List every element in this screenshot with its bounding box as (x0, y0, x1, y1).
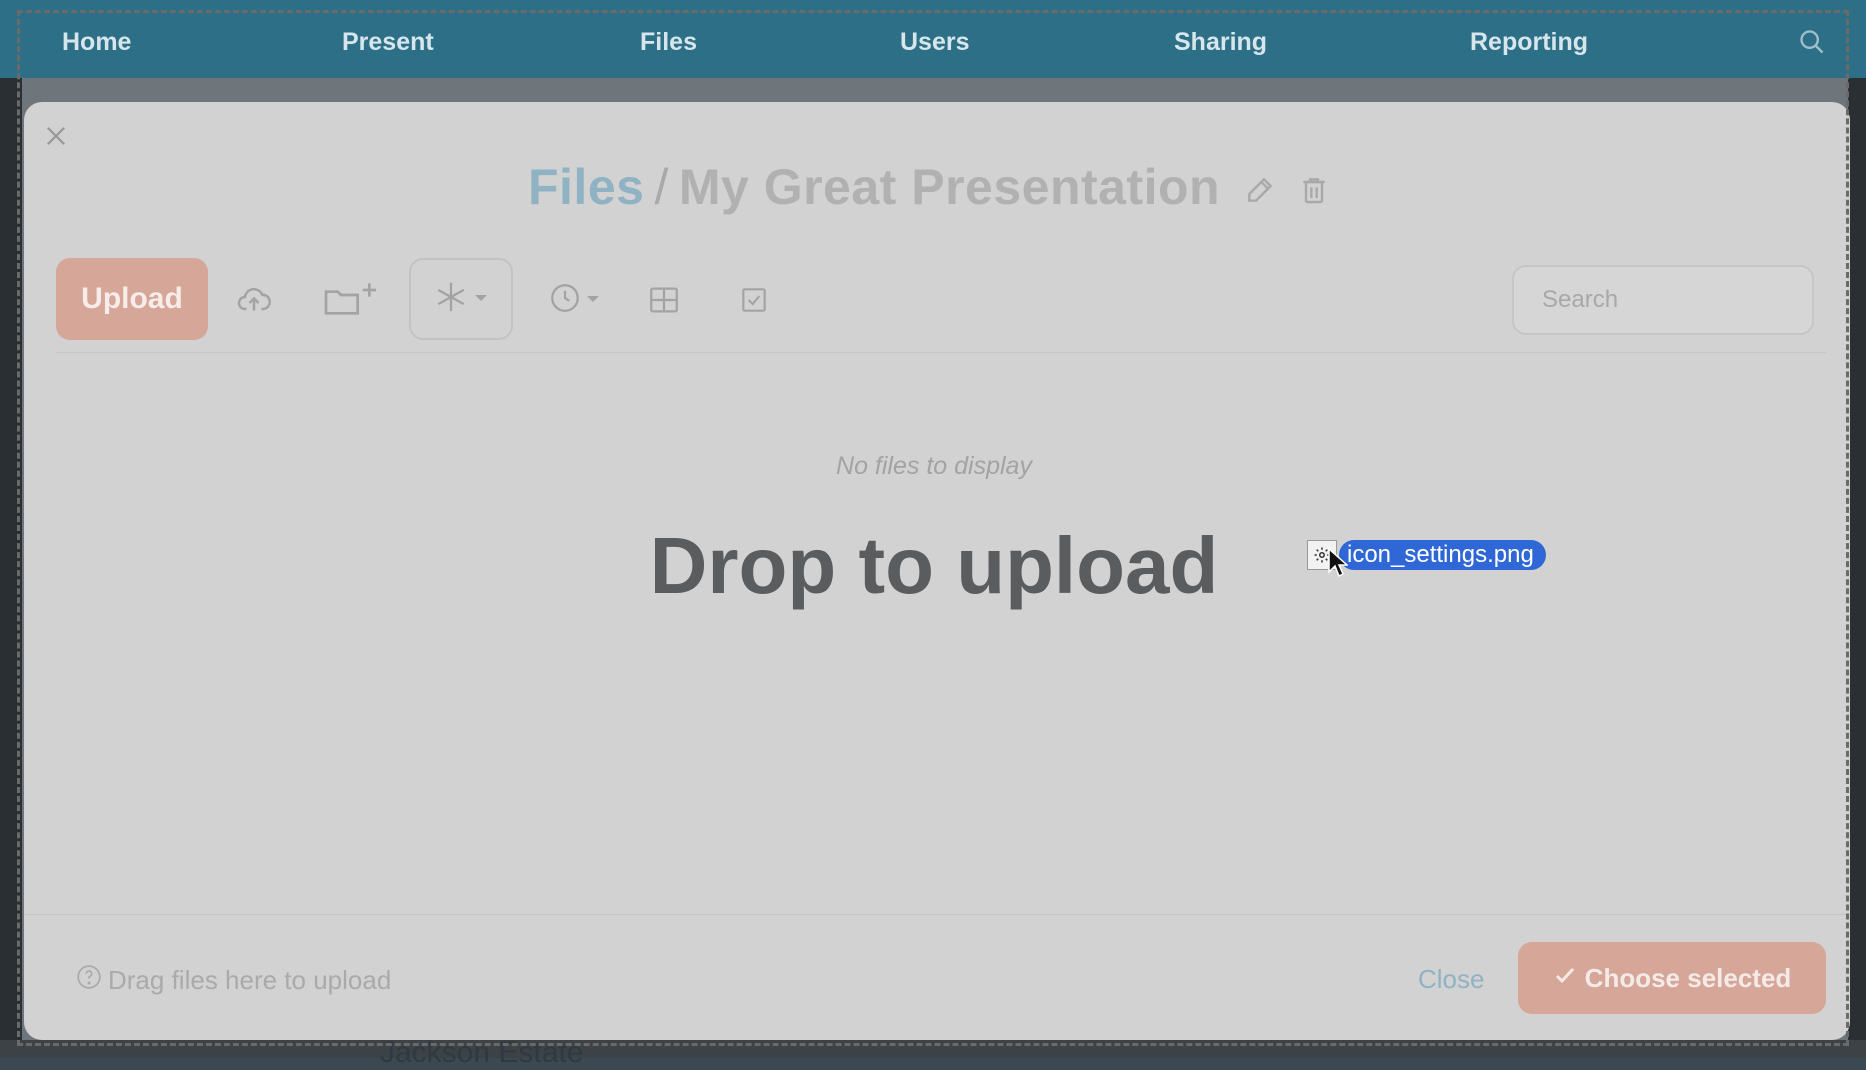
left-edge (0, 78, 22, 1058)
right-edge (1848, 78, 1866, 1058)
top-nav: Home Present Files Users Sharing Reporti… (0, 0, 1866, 78)
checkbox-icon[interactable] (736, 280, 772, 320)
help-text: Drag files here to upload (108, 965, 392, 995)
close-button[interactable]: Close (1418, 964, 1484, 995)
close-icon[interactable] (42, 122, 70, 150)
nav-files[interactable]: Files (640, 28, 697, 57)
dragged-filename: icon_settings.png (1339, 540, 1546, 570)
grid-icon[interactable] (646, 280, 682, 320)
pencil-icon[interactable] (1244, 174, 1276, 206)
nav-sharing[interactable]: Sharing (1174, 28, 1267, 57)
choose-selected-label: Choose selected (1584, 962, 1792, 993)
help-hint: Drag files here to upload (76, 964, 391, 997)
background-estate-label: Jackson Estate (380, 1036, 584, 1069)
question-circle-icon (76, 964, 108, 997)
footer-divider (24, 914, 1850, 915)
nav-search-icon[interactable] (1798, 28, 1826, 61)
recent-dropdown[interactable] (544, 280, 604, 320)
nav-reporting[interactable]: Reporting (1470, 28, 1588, 57)
breadcrumb-separator: / (654, 159, 669, 215)
toolbar-divider (56, 352, 1826, 353)
bottom-strip (0, 1040, 1866, 1058)
asterisk-icon (434, 280, 468, 319)
breadcrumb-root[interactable]: Files (528, 159, 644, 215)
filter-dropdown[interactable] (409, 258, 513, 340)
search-box (1512, 265, 1814, 335)
trash-icon[interactable] (1298, 174, 1330, 206)
cursor-arrow-icon (1328, 547, 1349, 583)
nav-users[interactable]: Users (900, 28, 970, 57)
checkmark-icon (1553, 963, 1577, 994)
drop-to-upload-label: Drop to upload (649, 521, 1219, 610)
choose-selected-button[interactable]: Choose selected (1518, 942, 1826, 1014)
upload-button[interactable]: Upload (56, 258, 208, 340)
file-picker-modal: Files / My Great Presentation Upload Sea… (24, 102, 1850, 1040)
clock-icon (548, 281, 582, 320)
search-input[interactable] (1514, 267, 1812, 333)
folder-plus-icon[interactable] (322, 280, 380, 320)
empty-message: No files to display (836, 452, 1032, 480)
chevron-down-icon (474, 290, 488, 308)
cloud-upload-icon[interactable] (232, 280, 276, 320)
nav-home[interactable]: Home (62, 28, 131, 57)
page-title: Files / My Great Presentation (528, 158, 1220, 216)
chevron-down-icon (586, 291, 600, 309)
breadcrumb-current: My Great Presentation (678, 159, 1221, 215)
nav-present[interactable]: Present (342, 28, 434, 57)
